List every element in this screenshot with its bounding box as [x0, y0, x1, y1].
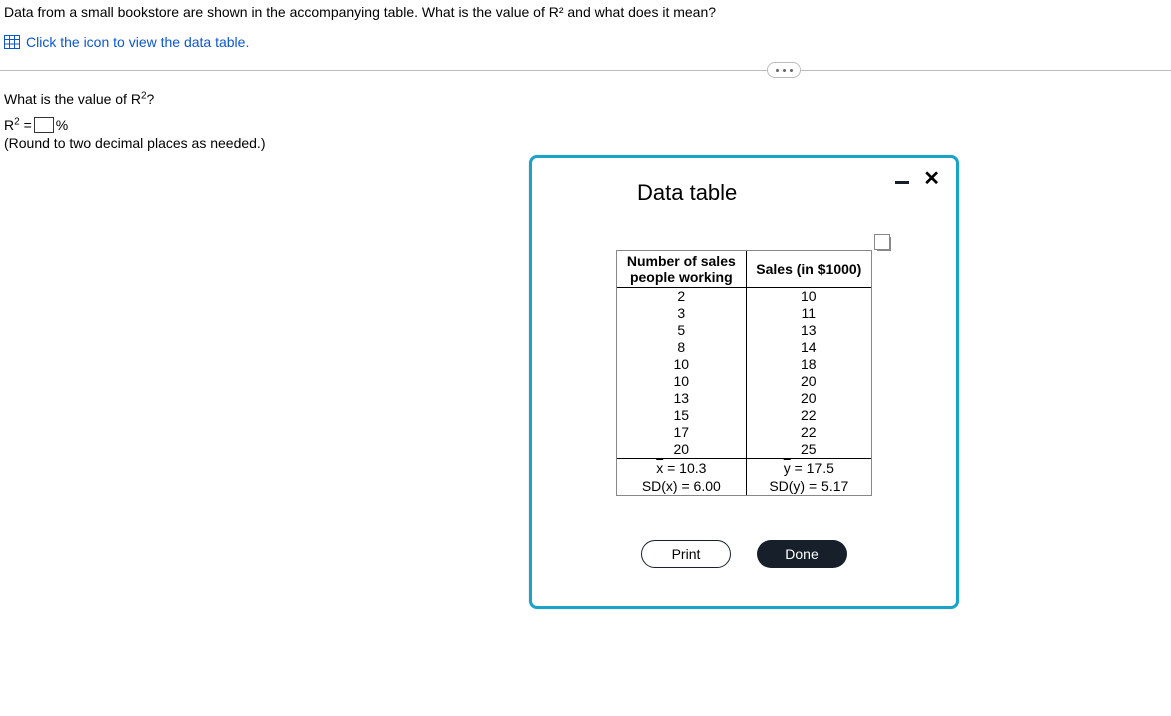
close-icon[interactable]: ✕ — [923, 172, 940, 186]
col1-header: Number of sales people working — [617, 251, 746, 288]
stats-mean-row: x = 10.3 y = 17.5 — [617, 459, 871, 478]
more-options-pill[interactable] — [767, 62, 801, 78]
table-row: 814 — [617, 339, 871, 356]
done-button[interactable]: Done — [757, 540, 847, 568]
table-icon[interactable] — [4, 35, 20, 49]
print-button[interactable]: Print — [641, 540, 731, 568]
data-table: Number of sales people working Sales (in… — [617, 251, 871, 495]
answer-suffix: % — [56, 117, 68, 133]
copy-icon[interactable] — [877, 237, 891, 251]
table-row: 513 — [617, 322, 871, 339]
table-row: 1018 — [617, 356, 871, 373]
table-row: 1522 — [617, 407, 871, 424]
table-row: 1020 — [617, 373, 871, 390]
answer-prefix: R2 = — [4, 117, 32, 133]
rounding-hint: (Round to two decimal places as needed.) — [4, 135, 1171, 151]
minimize-icon[interactable] — [895, 181, 909, 184]
table-row: 2025 — [617, 441, 871, 459]
question-text: Data from a small bookstore are shown in… — [4, 4, 1171, 20]
table-row: 1722 — [617, 424, 871, 441]
data-table-container: Number of sales people working Sales (in… — [616, 250, 872, 496]
sub-question-text: What is the value of R2? — [4, 91, 1171, 107]
dialog-title: Data table — [637, 180, 737, 206]
view-data-table-link[interactable]: Click the icon to view the data table. — [26, 34, 249, 50]
table-row: 1320 — [617, 390, 871, 407]
table-row: 210 — [617, 288, 871, 306]
r-squared-input[interactable] — [34, 117, 54, 133]
data-table-dialog: Data table ✕ Number of sales people work… — [529, 155, 959, 609]
col2-header: Sales (in $1000) — [746, 251, 871, 288]
table-row: 311 — [617, 305, 871, 322]
section-divider — [0, 70, 1171, 71]
stats-sd-row: SD(x) = 6.00 SD(y) = 5.17 — [617, 477, 871, 495]
